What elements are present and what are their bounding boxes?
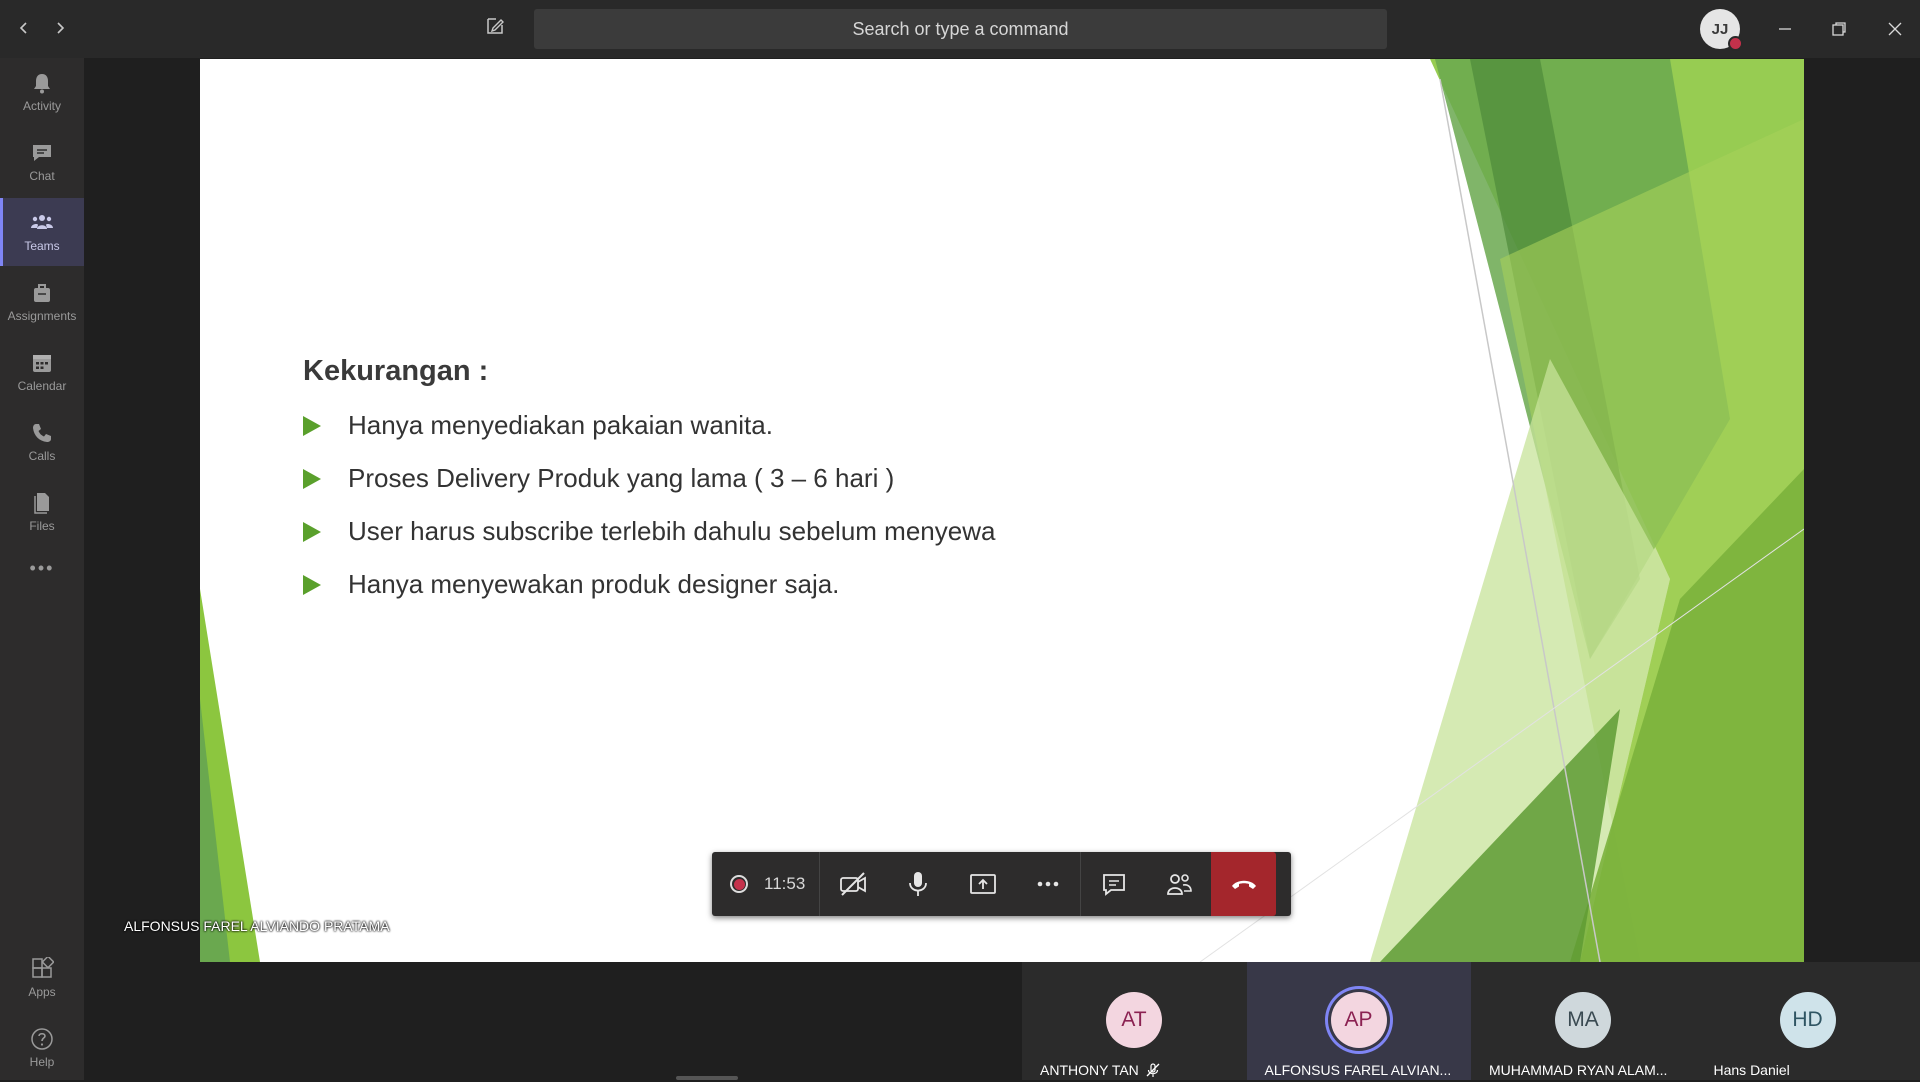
participant-name: MUHAMMAD RYAN ALAM...: [1489, 1062, 1667, 1078]
bullet-arrow-icon: [303, 575, 321, 595]
mic-toggle-button[interactable]: [885, 852, 950, 916]
show-conversation-button[interactable]: [1081, 852, 1146, 916]
calendar-icon: [30, 351, 54, 375]
phone-icon: [30, 421, 54, 445]
bullet-arrow-icon: [303, 522, 321, 542]
title-bar: Search or type a command JJ: [0, 0, 1920, 58]
rail-label: Calls: [29, 449, 56, 463]
rail-label: Assignments: [8, 309, 77, 323]
shared-slide: Kekurangan : Hanya menyediakan pakaian w…: [200, 59, 1804, 962]
slide-bullet: Hanya menyewakan produk designer saja.: [303, 569, 839, 600]
rail-label: Activity: [23, 99, 61, 113]
close-icon: [1887, 21, 1903, 37]
user-avatar[interactable]: JJ: [1700, 9, 1740, 49]
user-initials: JJ: [1712, 21, 1729, 38]
rail-label: Calendar: [18, 379, 67, 393]
participants-icon: [1164, 869, 1194, 899]
rail-item-files[interactable]: Files: [0, 478, 84, 546]
presenter-name: ALFONSUS FAREL ALVIANDO PRATAMA: [124, 918, 390, 934]
slide-bullet: Proses Delivery Produk yang lama ( 3 – 6…: [303, 463, 894, 494]
bullet-text: Proses Delivery Produk yang lama ( 3 – 6…: [348, 463, 894, 494]
briefcase-icon: [30, 281, 54, 305]
bullet-text: Hanya menyediakan pakaian wanita.: [348, 410, 773, 441]
participant-avatar: MA: [1555, 992, 1611, 1048]
minimize-button[interactable]: [1770, 14, 1800, 44]
share-screen-button[interactable]: [950, 852, 1015, 916]
rail-item-chat[interactable]: Chat: [0, 128, 84, 196]
microphone-icon: [903, 869, 933, 899]
participant-name-text: ANTHONY TAN: [1040, 1062, 1139, 1078]
participant-tile[interactable]: HD Hans Daniel: [1696, 962, 1920, 1080]
bell-icon: [30, 71, 54, 95]
close-button[interactable]: [1880, 14, 1910, 44]
slide-bullet: User harus subscribe terlebih dahulu seb…: [303, 516, 995, 547]
restore-icon: [1831, 21, 1847, 37]
slide-decoration: [200, 59, 1804, 962]
call-controls: 11:53: [712, 852, 1291, 916]
participant-avatar: AT: [1106, 992, 1162, 1048]
presence-badge: [1728, 36, 1743, 51]
camera-off-icon: [838, 869, 868, 899]
rail-item-apps[interactable]: Apps: [0, 944, 84, 1012]
more-icon: •••: [30, 558, 55, 579]
camera-toggle-button[interactable]: [820, 852, 885, 916]
file-icon: [30, 491, 54, 515]
rail-label: Chat: [29, 169, 54, 183]
back-button[interactable]: [10, 14, 38, 42]
chat-icon: [1099, 869, 1129, 899]
rail-item-activity[interactable]: Activity: [0, 58, 84, 126]
stage-scroll-handle[interactable]: [676, 1076, 738, 1080]
restore-button[interactable]: [1824, 14, 1854, 44]
rail-label: Help: [30, 1055, 55, 1069]
more-icon: [1033, 869, 1063, 899]
rail-item-calendar[interactable]: Calendar: [0, 338, 84, 406]
bullet-text: User harus subscribe terlebih dahulu seb…: [348, 516, 995, 547]
recording-indicator: 11:53: [712, 852, 820, 916]
forward-button[interactable]: [46, 14, 74, 42]
chevron-right-icon: [53, 21, 67, 35]
bullet-text: Hanya menyewakan produk designer saja.: [348, 569, 839, 600]
compose-icon: [484, 15, 506, 37]
participant-strip: AT ANTHONY TAN AP ALFONSUS FAREL ALVIAN.…: [1022, 962, 1920, 1080]
help-icon: [30, 1027, 54, 1051]
participant-name: ANTHONY TAN: [1040, 1062, 1161, 1078]
rail-item-calls[interactable]: Calls: [0, 408, 84, 476]
rail-label: Teams: [24, 239, 59, 253]
bullet-arrow-icon: [303, 416, 321, 436]
rail-label: Apps: [28, 985, 55, 999]
more-actions-button[interactable]: [1015, 852, 1080, 916]
share-tray-icon: [968, 869, 998, 899]
search-placeholder: Search or type a command: [852, 19, 1068, 40]
rail-item-teams[interactable]: Teams: [0, 198, 84, 266]
participant-tile[interactable]: AP ALFONSUS FAREL ALVIAN...: [1247, 962, 1472, 1080]
chat-icon: [30, 141, 54, 165]
call-timer: 11:53: [764, 874, 805, 894]
participant-tile[interactable]: MA MUHAMMAD RYAN ALAM...: [1471, 962, 1696, 1080]
record-icon: [730, 875, 748, 893]
app-rail: Activity Chat Teams Assignments Calendar…: [0, 58, 84, 1080]
participant-name: Hans Daniel: [1714, 1062, 1790, 1078]
participant-name: ALFONSUS FAREL ALVIAN...: [1265, 1062, 1452, 1078]
participant-tile[interactable]: AT ANTHONY TAN: [1022, 962, 1247, 1080]
hang-up-icon: [1229, 869, 1259, 899]
show-participants-button[interactable]: [1146, 852, 1211, 916]
apps-icon: [30, 957, 54, 981]
slide-bullet: Hanya menyediakan pakaian wanita.: [303, 410, 773, 441]
participant-avatar: HD: [1780, 992, 1836, 1048]
rail-more-button[interactable]: •••: [0, 548, 84, 588]
rail-item-help[interactable]: Help: [0, 1014, 84, 1082]
mic-muted-icon: [1145, 1062, 1161, 1078]
slide-title: Kekurangan :: [303, 355, 488, 388]
new-chat-button[interactable]: [484, 15, 512, 43]
bullet-arrow-icon: [303, 469, 321, 489]
hang-up-button[interactable]: [1211, 852, 1276, 916]
rail-item-assignments[interactable]: Assignments: [0, 268, 84, 336]
teams-icon: [30, 211, 54, 235]
search-input[interactable]: Search or type a command: [534, 9, 1387, 49]
minimize-icon: [1777, 21, 1793, 37]
rail-label: Files: [29, 519, 54, 533]
participant-avatar: AP: [1331, 992, 1387, 1048]
chevron-left-icon: [17, 21, 31, 35]
